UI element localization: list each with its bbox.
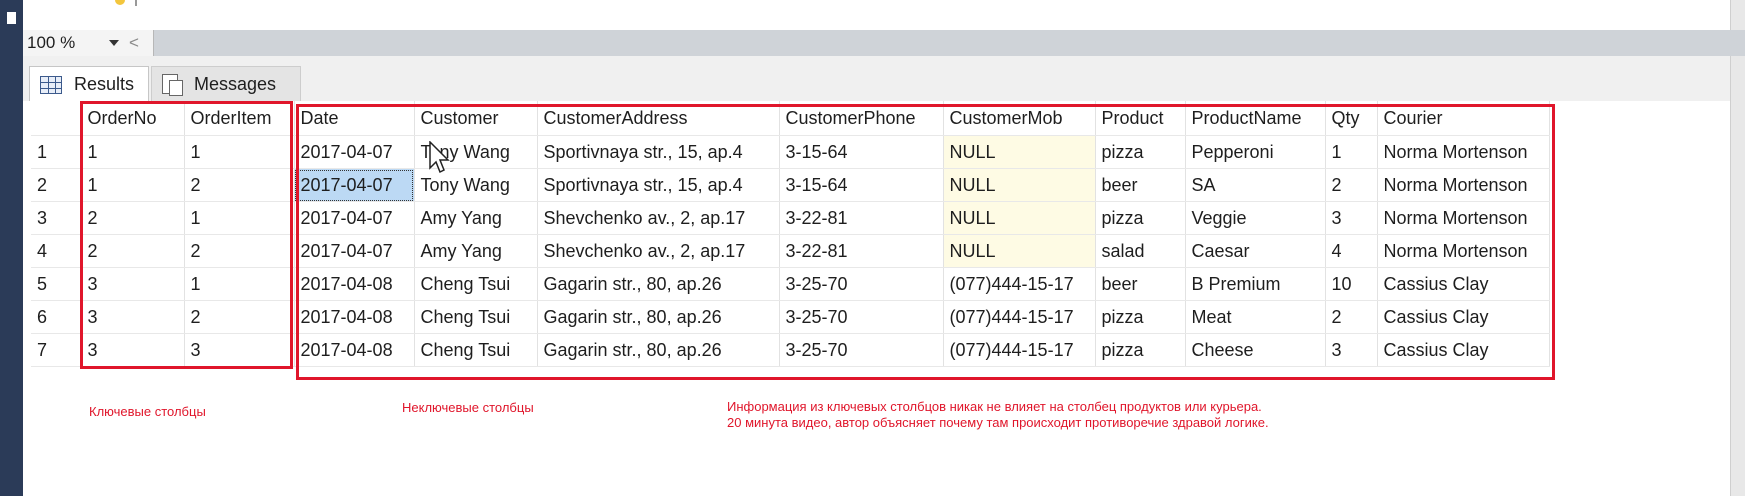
zoom-bar: 100 % < [23, 30, 1745, 56]
key-columns-highlight [80, 101, 293, 369]
tab-messages-label: Messages [194, 74, 277, 94]
editor-scrollbar[interactable] [1730, 0, 1745, 30]
query-editor[interactable] [23, 0, 1745, 31]
editor-caret [135, 0, 137, 6]
tab-results-label: Results [74, 74, 135, 94]
column-header-rownum[interactable] [31, 101, 82, 136]
scroll-left-icon[interactable]: < [129, 33, 139, 53]
row-number[interactable]: 5 [31, 267, 82, 301]
chevron-down-icon[interactable] [109, 40, 119, 46]
zoom-dropdown[interactable]: 100 % < [23, 30, 154, 56]
non-key-columns-annotation: Неключевые столбцы [402, 400, 534, 415]
note-line-2: 20 минута видео, автор объясняет почему … [727, 415, 1269, 430]
ide-left-strip [0, 0, 23, 496]
row-number[interactable]: 2 [31, 168, 82, 202]
row-number[interactable]: 6 [31, 300, 82, 334]
row-number[interactable]: 1 [31, 135, 82, 169]
results-tabstrip: Results Messages [23, 56, 1745, 102]
lightbulb-icon [115, 0, 125, 5]
tab-messages[interactable]: Messages [151, 66, 301, 102]
zoom-value: 100 % [27, 33, 76, 52]
row-number[interactable]: 3 [31, 201, 82, 235]
key-columns-annotation: Ключевые столбцы [89, 404, 206, 419]
mouse-cursor-icon [429, 141, 450, 174]
non-key-columns-highlight [296, 104, 1555, 380]
row-number[interactable]: 7 [31, 333, 82, 367]
tab-results[interactable]: Results [29, 66, 149, 102]
messages-icon [162, 73, 183, 96]
grid-icon [40, 75, 62, 94]
results-scrollbar[interactable] [1730, 56, 1745, 496]
row-number[interactable]: 4 [31, 234, 82, 268]
